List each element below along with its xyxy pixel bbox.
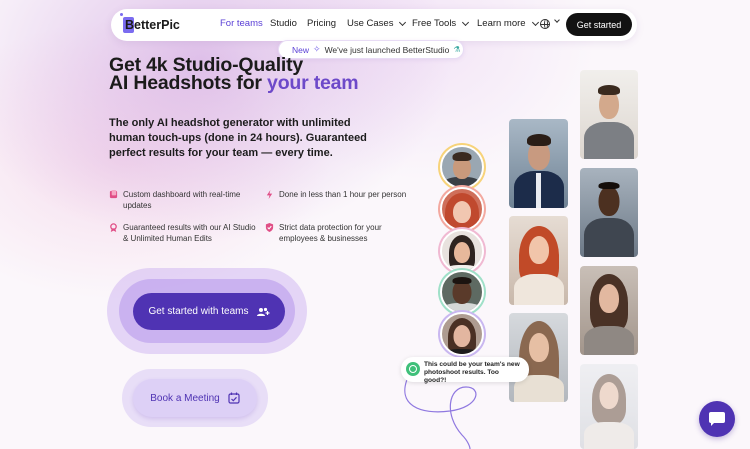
feature-protection: Strict data protection for your employee… [265, 222, 415, 244]
feature-text: Done in less than 1 hour per person [279, 190, 407, 199]
headshot-photo [580, 70, 638, 159]
get-started-with-teams-button[interactable]: Get started with teams [133, 293, 285, 330]
headshot-photo [509, 216, 568, 305]
get-started-button[interactable]: Get started [566, 13, 632, 36]
feature-text: Custom dashboard with real-time updates [123, 190, 241, 210]
headshot-photo [580, 364, 638, 449]
award-icon [110, 223, 117, 232]
headshot-photo [509, 119, 568, 208]
chat-bubble-icon [709, 412, 725, 426]
nav-item-studio[interactable]: Studio [270, 18, 297, 29]
sparkle-icon: ✧ [313, 44, 321, 54]
nav-label: For teams [220, 18, 263, 29]
globe-icon[interactable] [540, 19, 550, 29]
page-title: Get 4k Studio-Quality AI Headshots for y… [109, 55, 359, 94]
chevron-down-icon[interactable] [554, 17, 560, 23]
nav-item-for-teams[interactable]: For teams [220, 18, 263, 29]
cta-label: Get started with teams [148, 306, 249, 317]
chevron-down-icon [399, 18, 407, 26]
nav-item-free-tools[interactable]: Free Tools [412, 18, 470, 29]
result-bubble: This could be your team's new photoshoot… [401, 357, 529, 384]
nav-label: Studio [270, 18, 297, 29]
feature-text: Guaranteed results with our AI Studio & … [123, 223, 256, 243]
decorative-squiggle [404, 376, 477, 449]
announcement-text: We've just launched BetterStudio [324, 44, 450, 55]
add-users-icon [256, 307, 270, 316]
nav-label: Learn more [477, 18, 526, 29]
avatar [440, 229, 484, 273]
avatar [440, 187, 484, 231]
avatar [440, 145, 484, 189]
nav-item-use-cases[interactable]: Use Cases [347, 18, 407, 29]
new-tag: New [292, 44, 310, 55]
chevron-down-icon [531, 18, 539, 26]
nav-label: Pricing [307, 18, 337, 29]
headshot-photo [580, 266, 638, 355]
flask-icon: ⚗ [453, 45, 461, 54]
chat-button[interactable] [699, 401, 735, 437]
title-accent: your team [267, 72, 359, 94]
dashboard-icon [109, 190, 118, 199]
title-line-2: AI Headshots for your team [109, 72, 359, 94]
headshot-photo [580, 168, 638, 257]
feature-speed: Done in less than 1 hour per person [265, 189, 415, 200]
chevron-down-icon [462, 18, 470, 26]
title-prefix: AI Headshots for [109, 72, 268, 94]
hero-subtitle: The only AI headshot generator with unli… [109, 117, 367, 159]
feature-dashboard: Custom dashboard with real-time updates [109, 189, 259, 211]
avatar [440, 270, 484, 314]
lightning-icon [266, 190, 273, 199]
calendar-check-icon [228, 392, 240, 404]
nav-label: Free Tools [412, 18, 457, 29]
logo-mark: B [119, 13, 135, 33]
logo[interactable]: BetterPic [119, 13, 180, 35]
smile-icon [406, 362, 420, 376]
nav-item-pricing[interactable]: Pricing [307, 18, 336, 29]
book-label: Book a Meeting [150, 392, 220, 404]
result-text: This could be your team's new photoshoot… [424, 361, 520, 384]
feature-text: Strict data protection for your employee… [279, 223, 382, 243]
nav-item-learn-more[interactable]: Learn more [477, 18, 539, 29]
avatar [440, 312, 484, 356]
top-navbar: BetterPic For teams Studio Pricing Use C… [111, 9, 637, 41]
nav-label: Use Cases [347, 18, 394, 29]
shield-icon [265, 223, 274, 232]
feature-guarantee: Guaranteed results with our AI Studio & … [109, 222, 259, 244]
logo-text: etterPic [134, 18, 180, 32]
book-a-meeting-button[interactable]: Book a Meeting [133, 379, 257, 417]
